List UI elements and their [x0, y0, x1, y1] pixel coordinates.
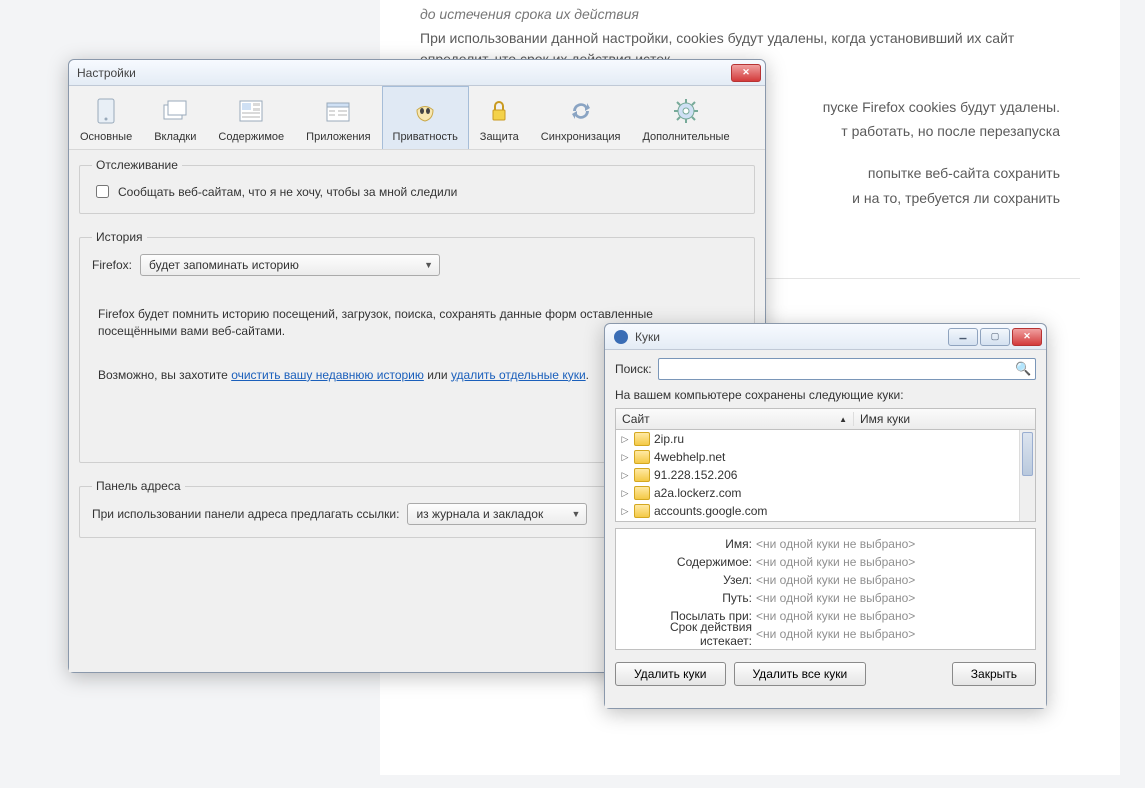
cookies-titlebar[interactable]: Куки — [605, 324, 1046, 350]
detail-row: Содержимое: <ни одной куки не выбрано> — [624, 553, 1027, 571]
settings-title: Настройки — [77, 66, 731, 80]
site-label: 4webhelp.net — [654, 450, 725, 464]
close-icon[interactable] — [1012, 328, 1042, 346]
addressbar-legend: Панель адреса — [92, 479, 185, 493]
settings-toolbar: Основные Вкладки Содержимое Приложения — [69, 86, 765, 150]
clear-history-link[interactable]: очистить вашу недавнюю историю — [231, 368, 424, 382]
cookie-site-row[interactable]: ▷ 2ip.ru — [616, 430, 1035, 448]
lock-icon — [483, 95, 515, 127]
folder-icon — [634, 450, 650, 464]
stored-cookies-label: На вашем компьютере сохранены следующие … — [615, 386, 1036, 402]
close-button[interactable]: Закрыть — [952, 662, 1036, 686]
tab-label: Синхронизация — [541, 131, 621, 143]
detail-row: Имя: <ни одной куки не выбрано> — [624, 535, 1027, 553]
dropdown-value: будет запоминать историю — [149, 258, 299, 272]
expand-icon[interactable]: ▷ — [620, 488, 630, 499]
cookies-window: Куки Поиск: 🔍 На вашем компьютере сохран… — [604, 323, 1047, 709]
addressbar-label: При использовании панели адреса предлага… — [92, 507, 399, 521]
addressbar-suggest-dropdown[interactable]: из журнала и закладок ▼ — [407, 503, 587, 525]
detail-row: Срок действия истекает: <ни одной куки н… — [624, 625, 1027, 643]
history-prefix: Firefox: — [92, 258, 132, 272]
search-label: Поиск: — [615, 362, 652, 376]
cookie-detail-box: Имя: <ни одной куки не выбрано> Содержим… — [615, 528, 1036, 650]
tab-label: Вкладки — [154, 131, 196, 143]
detail-row: Узел: <ни одной куки не выбрано> — [624, 571, 1027, 589]
gear-icon — [670, 95, 702, 127]
content-icon — [235, 95, 267, 127]
history-description: Firefox будет помнить историю посещений,… — [98, 306, 658, 341]
col-site-header[interactable]: Сайт ▲ — [616, 412, 854, 426]
detail-row: Путь: <ни одной куки не выбрано> — [624, 589, 1027, 607]
expand-icon[interactable]: ▷ — [620, 452, 630, 463]
tabs-icon — [159, 95, 191, 127]
tab-label: Основные — [80, 131, 132, 143]
article-em-1: до истечения срока их действия — [420, 6, 639, 22]
col-name-header[interactable]: Имя куки — [854, 412, 1035, 426]
tab-label: Дополнительные — [642, 131, 729, 143]
site-label: 91.228.152.206 — [654, 468, 737, 482]
close-icon[interactable] — [731, 64, 761, 82]
do-not-track-checkbox[interactable] — [96, 185, 109, 198]
scrollbar[interactable] — [1019, 430, 1035, 521]
tracking-fieldset: Отслеживание Сообщать веб-сайтам, что я … — [79, 158, 755, 214]
folder-icon — [634, 432, 650, 446]
chevron-down-icon: ▼ — [572, 509, 581, 519]
minimize-icon[interactable] — [948, 328, 978, 346]
site-label: accounts.google.com — [654, 504, 767, 518]
maximize-icon[interactable] — [980, 328, 1010, 346]
cookie-search-input[interactable] — [663, 361, 1015, 377]
search-icon: 🔍 — [1015, 361, 1031, 377]
delete-all-cookies-button[interactable]: Удалить все куки — [734, 662, 867, 686]
tab-sync[interactable]: Синхронизация — [530, 86, 632, 149]
tab-label: Приложения — [306, 131, 370, 143]
tab-label: Защита — [480, 131, 519, 143]
sync-icon — [565, 95, 597, 127]
cookies-list-header: Сайт ▲ Имя куки — [615, 408, 1036, 430]
search-input-wrapper: 🔍 — [658, 358, 1036, 380]
tab-content[interactable]: Содержимое — [207, 86, 295, 149]
cookies-list: ▷ 2ip.ru ▷ 4webhelp.net ▷ 91.228.152.206… — [615, 430, 1036, 522]
applications-icon — [322, 95, 354, 127]
site-label: 2ip.ru — [654, 432, 684, 446]
tab-general[interactable]: Основные — [69, 86, 143, 149]
general-icon — [90, 95, 122, 127]
tab-label: Содержимое — [218, 131, 284, 143]
tab-security[interactable]: Защита — [469, 86, 530, 149]
tab-label: Приватность — [393, 131, 458, 143]
dropdown-value: из журнала и закладок — [416, 507, 543, 521]
cookie-site-row[interactable]: ▷ a2a.lockerz.com — [616, 484, 1035, 502]
tab-advanced[interactable]: Дополнительные — [631, 86, 740, 149]
tracking-legend: Отслеживание — [92, 158, 182, 172]
settings-titlebar[interactable]: Настройки — [69, 60, 765, 86]
tab-privacy[interactable]: Приватность — [382, 86, 469, 149]
tab-tabs[interactable]: Вкладки — [143, 86, 207, 149]
do-not-track-label: Сообщать веб-сайтам, что я не хочу, чтоб… — [118, 185, 457, 199]
remove-cookies-link[interactable]: удалить отдельные куки — [451, 368, 586, 382]
delete-cookie-button[interactable]: Удалить куки — [615, 662, 726, 686]
cookies-title: Куки — [635, 330, 948, 344]
folder-icon — [634, 486, 650, 500]
folder-icon — [634, 468, 650, 482]
cookie-site-row[interactable]: ▷ 91.228.152.206 — [616, 466, 1035, 484]
expand-icon[interactable]: ▷ — [620, 434, 630, 445]
chevron-down-icon: ▼ — [424, 260, 433, 270]
expand-icon[interactable]: ▷ — [620, 470, 630, 481]
cookie-site-row[interactable]: ▷ 4webhelp.net — [616, 448, 1035, 466]
sort-icon: ▲ — [839, 415, 847, 424]
firefox-icon — [613, 329, 629, 345]
folder-icon — [634, 504, 650, 518]
history-legend: История — [92, 230, 147, 244]
expand-icon[interactable]: ▷ — [620, 506, 630, 517]
scroll-thumb[interactable] — [1022, 432, 1033, 476]
tab-applications[interactable]: Приложения — [295, 86, 381, 149]
cookie-site-row[interactable]: ▷ accounts.google.com — [616, 502, 1035, 520]
site-label: a2a.lockerz.com — [654, 486, 741, 500]
privacy-icon — [409, 95, 441, 127]
history-mode-dropdown[interactable]: будет запоминать историю ▼ — [140, 254, 440, 276]
